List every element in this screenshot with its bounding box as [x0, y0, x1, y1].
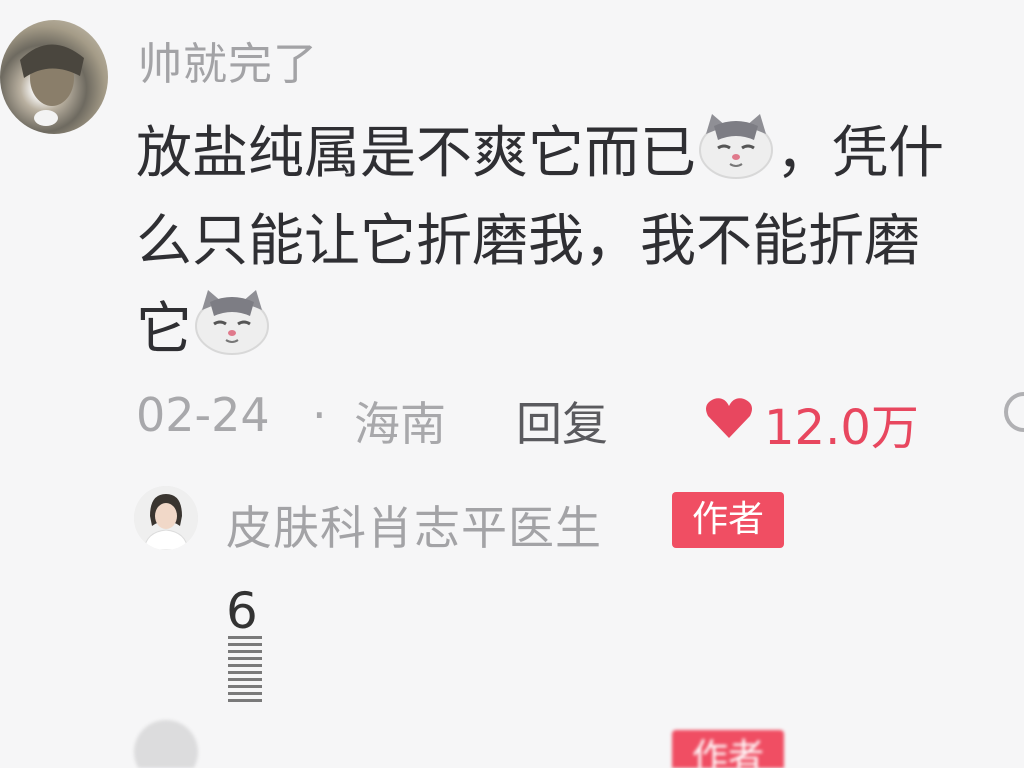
cat-face-icon — [195, 290, 269, 355]
author-badge: 作者 — [672, 492, 784, 548]
user-avatar[interactable] — [0, 20, 108, 134]
next-reply-avatar[interactable] — [134, 720, 198, 768]
meta-separator: · — [312, 388, 327, 442]
comment-location: 海南 — [354, 397, 446, 451]
comment-bubble-icon[interactable] — [1004, 392, 1024, 432]
comment-line-1: 放盐纯属是不爽它而已 ，凭什 — [136, 110, 1024, 198]
heart-icon[interactable] — [704, 396, 754, 440]
glitch-artifact — [228, 636, 262, 706]
comment-text-1: 放盐纯属是不爽它而已 — [136, 121, 696, 186]
comment-line-2: 么只能让它折磨我，我不能折磨 — [136, 209, 920, 274]
comment-date: 02-24 — [136, 388, 270, 442]
reply-text-fragment: 6 — [226, 582, 258, 640]
reply-button[interactable]: 回复 — [516, 388, 608, 454]
next-reply-badge: 作者 — [672, 730, 784, 768]
author-name[interactable]: 皮肤科肖志平医生 — [226, 492, 602, 558]
comment-body: 放盐纯属是不爽它而已 ，凭什 么只能让它折磨我，我不能折磨 它 — [136, 110, 1024, 374]
comment-text-4: 它 — [136, 297, 192, 362]
comment-line-3: 它 — [136, 286, 1024, 374]
comment-username[interactable]: 帅就完了 — [138, 28, 318, 92]
cat-face-icon — [699, 114, 773, 179]
author-avatar[interactable] — [134, 486, 198, 550]
like-count: 12.0万 — [764, 400, 919, 456]
comment-text-2: ，凭什 — [776, 121, 944, 186]
next-reply-row: 作者 — [0, 712, 1024, 768]
